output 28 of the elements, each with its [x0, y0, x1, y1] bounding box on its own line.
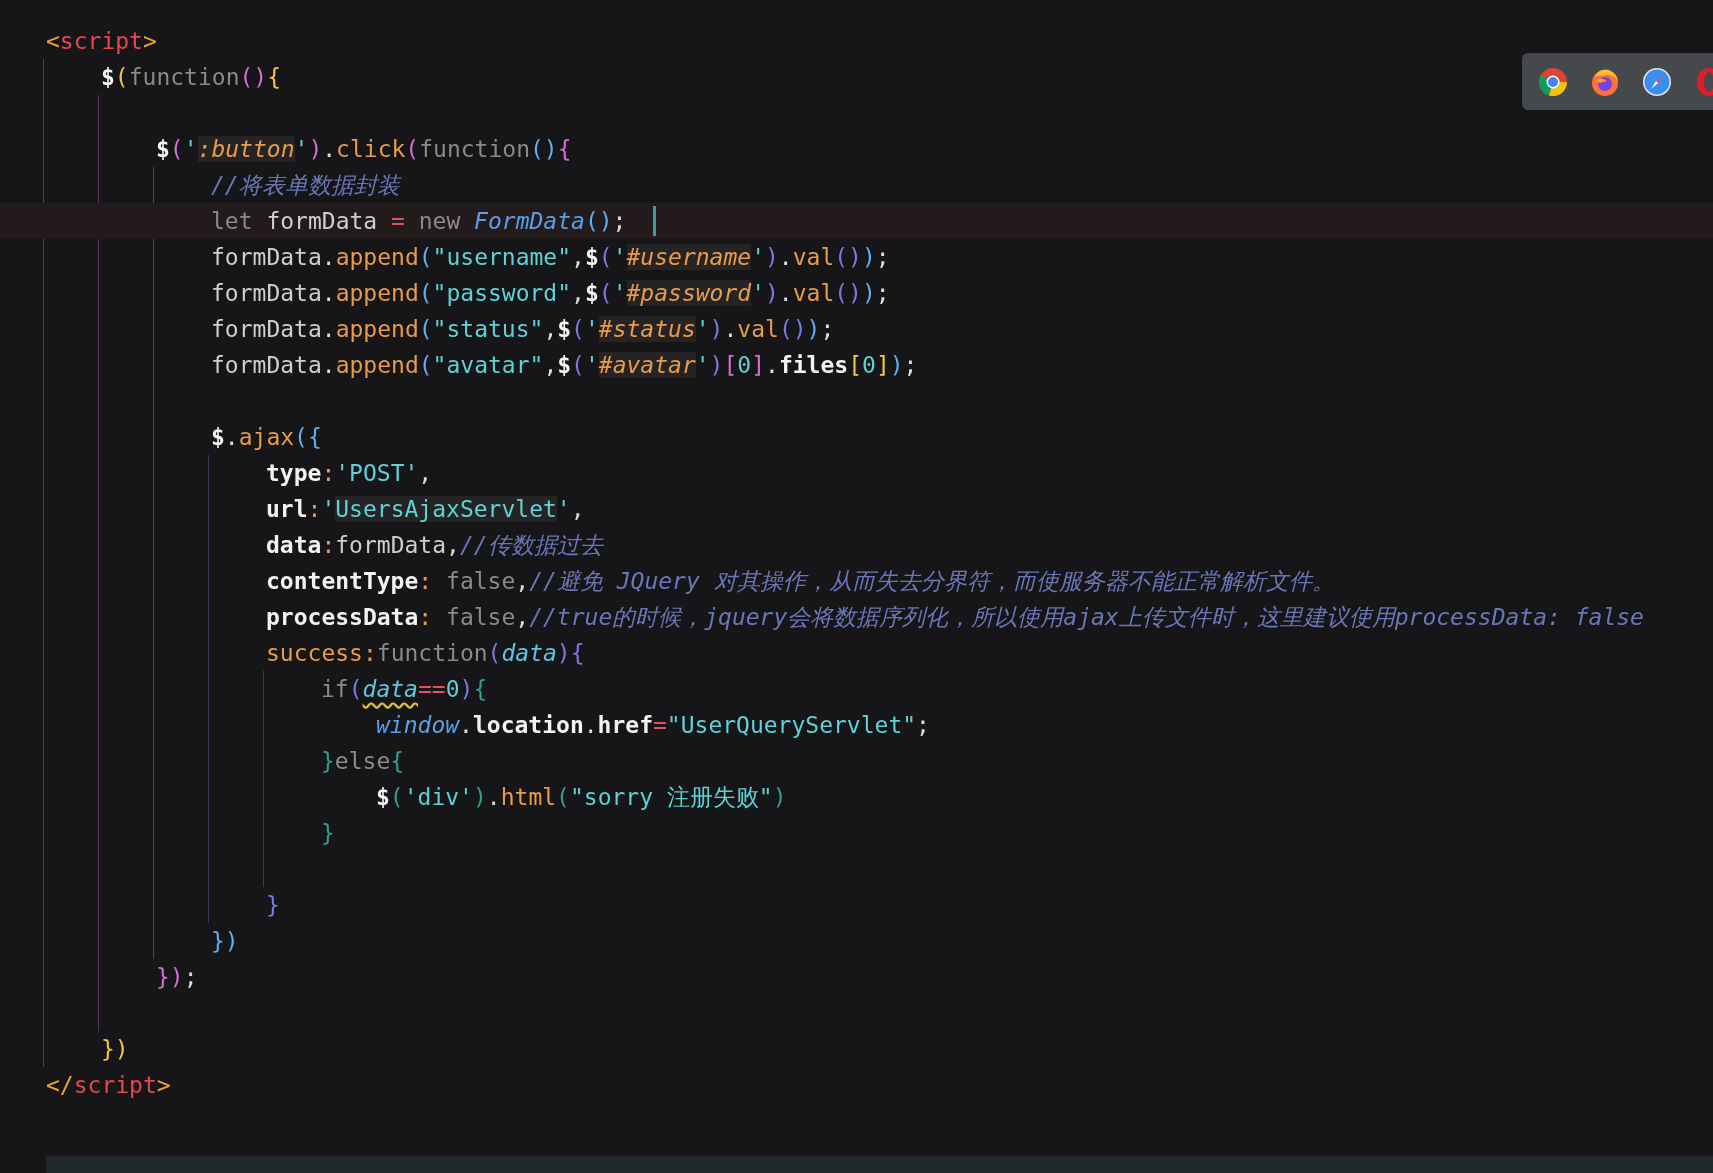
browser-icon[interactable]	[1538, 66, 1568, 97]
code-line: success:function(data){	[266, 640, 585, 666]
code-line: <script>	[46, 28, 157, 54]
code-line: $(':button').click(function(){	[156, 136, 572, 162]
code-line: </script>	[46, 1072, 171, 1098]
code-line: $(function(){	[101, 64, 282, 90]
code-line: formData.append("password",$('#password').val());	[211, 280, 890, 306]
code-line: type:'POST',	[266, 460, 433, 486]
text-cursor	[653, 206, 657, 236]
code-line: formData.append("username",$('#username').val());	[211, 244, 890, 270]
code-line: });	[156, 964, 198, 990]
code-line: }	[266, 892, 280, 918]
code-line: window.location.href="UserQueryServlet";	[376, 712, 930, 738]
code-line: })	[101, 1036, 129, 1062]
code-line: data:formData,//传数据过去	[266, 530, 603, 560]
code-line: }else{	[321, 748, 405, 774]
code-line: formData.append("avatar",$('#avatar')[0].files[0]);	[211, 352, 918, 378]
code-line: contentType: false,//避免 JQuery 对其操作，从而失去分界符，而使服务器不能正常解析文件。	[266, 566, 1335, 596]
code-line: //将表单数据封装	[211, 170, 400, 200]
code-line: if(data==0){	[321, 676, 488, 702]
code-line: }	[321, 820, 335, 846]
code-line: $.ajax({	[211, 424, 322, 450]
code-line: $('div').html("sorry 注册失败")	[376, 782, 787, 812]
browser-icon[interactable]	[1642, 66, 1672, 97]
code-line: })	[211, 928, 239, 954]
code-line: formData.append("status",$('#status').val());	[211, 316, 835, 342]
code-line: let formData = new FormData();	[211, 208, 627, 234]
code-line: processData: false,//true的时候，jquery会将数据序列化，所以使用ajax上传文件时，这里建议使用processData: false	[266, 602, 1644, 632]
